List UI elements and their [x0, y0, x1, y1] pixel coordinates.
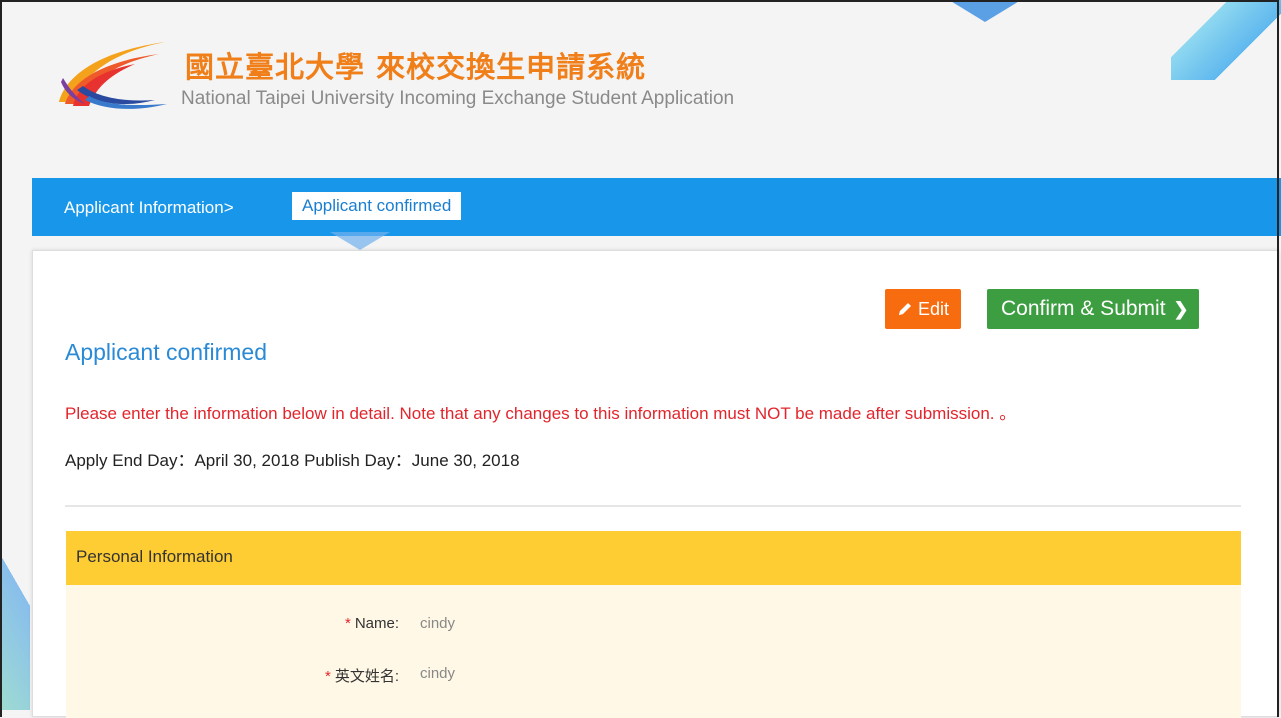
edit-button[interactable]: Edit — [885, 289, 962, 329]
decorative-triangle — [330, 232, 390, 250]
field-english-name: * 英文姓名: — [325, 665, 399, 686]
field-value: cindy — [420, 615, 456, 632]
site-header: 國立臺北大學 來校交換生申請系統 National Taipei Univers… — [0, 0, 1281, 178]
personal-information-title: Personal Information — [76, 547, 233, 566]
decorative-triangle — [0, 450, 30, 710]
personal-information-header: Personal Information — [66, 531, 1241, 585]
main-card: Edit Confirm & Submit ❯ Applicant confir… — [32, 250, 1279, 718]
site-title-chinese: 國立臺北大學 來校交換生申請系統 — [185, 50, 647, 84]
divider — [65, 505, 1241, 507]
confirm-submit-button[interactable]: Confirm & Submit ❯ — [987, 289, 1199, 329]
site-title-english: National Taipei University Incoming Exch… — [181, 88, 735, 109]
required-mark: * — [324, 668, 331, 685]
personal-information-body: * Name: * 英文姓名: cindy cindy — [66, 585, 1241, 718]
breadcrumb-applicant-information[interactable]: Applicant Information> — [64, 198, 234, 218]
ntpu-logo-icon[interactable] — [55, 38, 173, 110]
field-label: 英文姓名: — [334, 668, 399, 685]
page-title: Applicant confirmed — [65, 339, 267, 365]
breadcrumb-current: Applicant confirmed — [292, 192, 462, 220]
chevron-right-icon: ❯ — [1173, 298, 1189, 319]
field-value: cindy — [420, 665, 456, 682]
breadcrumb: Applicant Information> Applicant confirm… — [32, 178, 1281, 236]
confirm-submit-label: Confirm & Submit — [1001, 297, 1166, 320]
apply-dates: Apply End Day：April 30, 2018 Publish Day… — [65, 451, 520, 470]
required-mark: * — [344, 615, 351, 632]
notice-text: Please enter the information below in de… — [65, 404, 1017, 423]
edit-button-label: Edit — [918, 298, 950, 319]
field-name: * Name: — [345, 615, 399, 632]
pencil-icon — [899, 303, 911, 315]
field-label: Name: — [354, 615, 399, 632]
